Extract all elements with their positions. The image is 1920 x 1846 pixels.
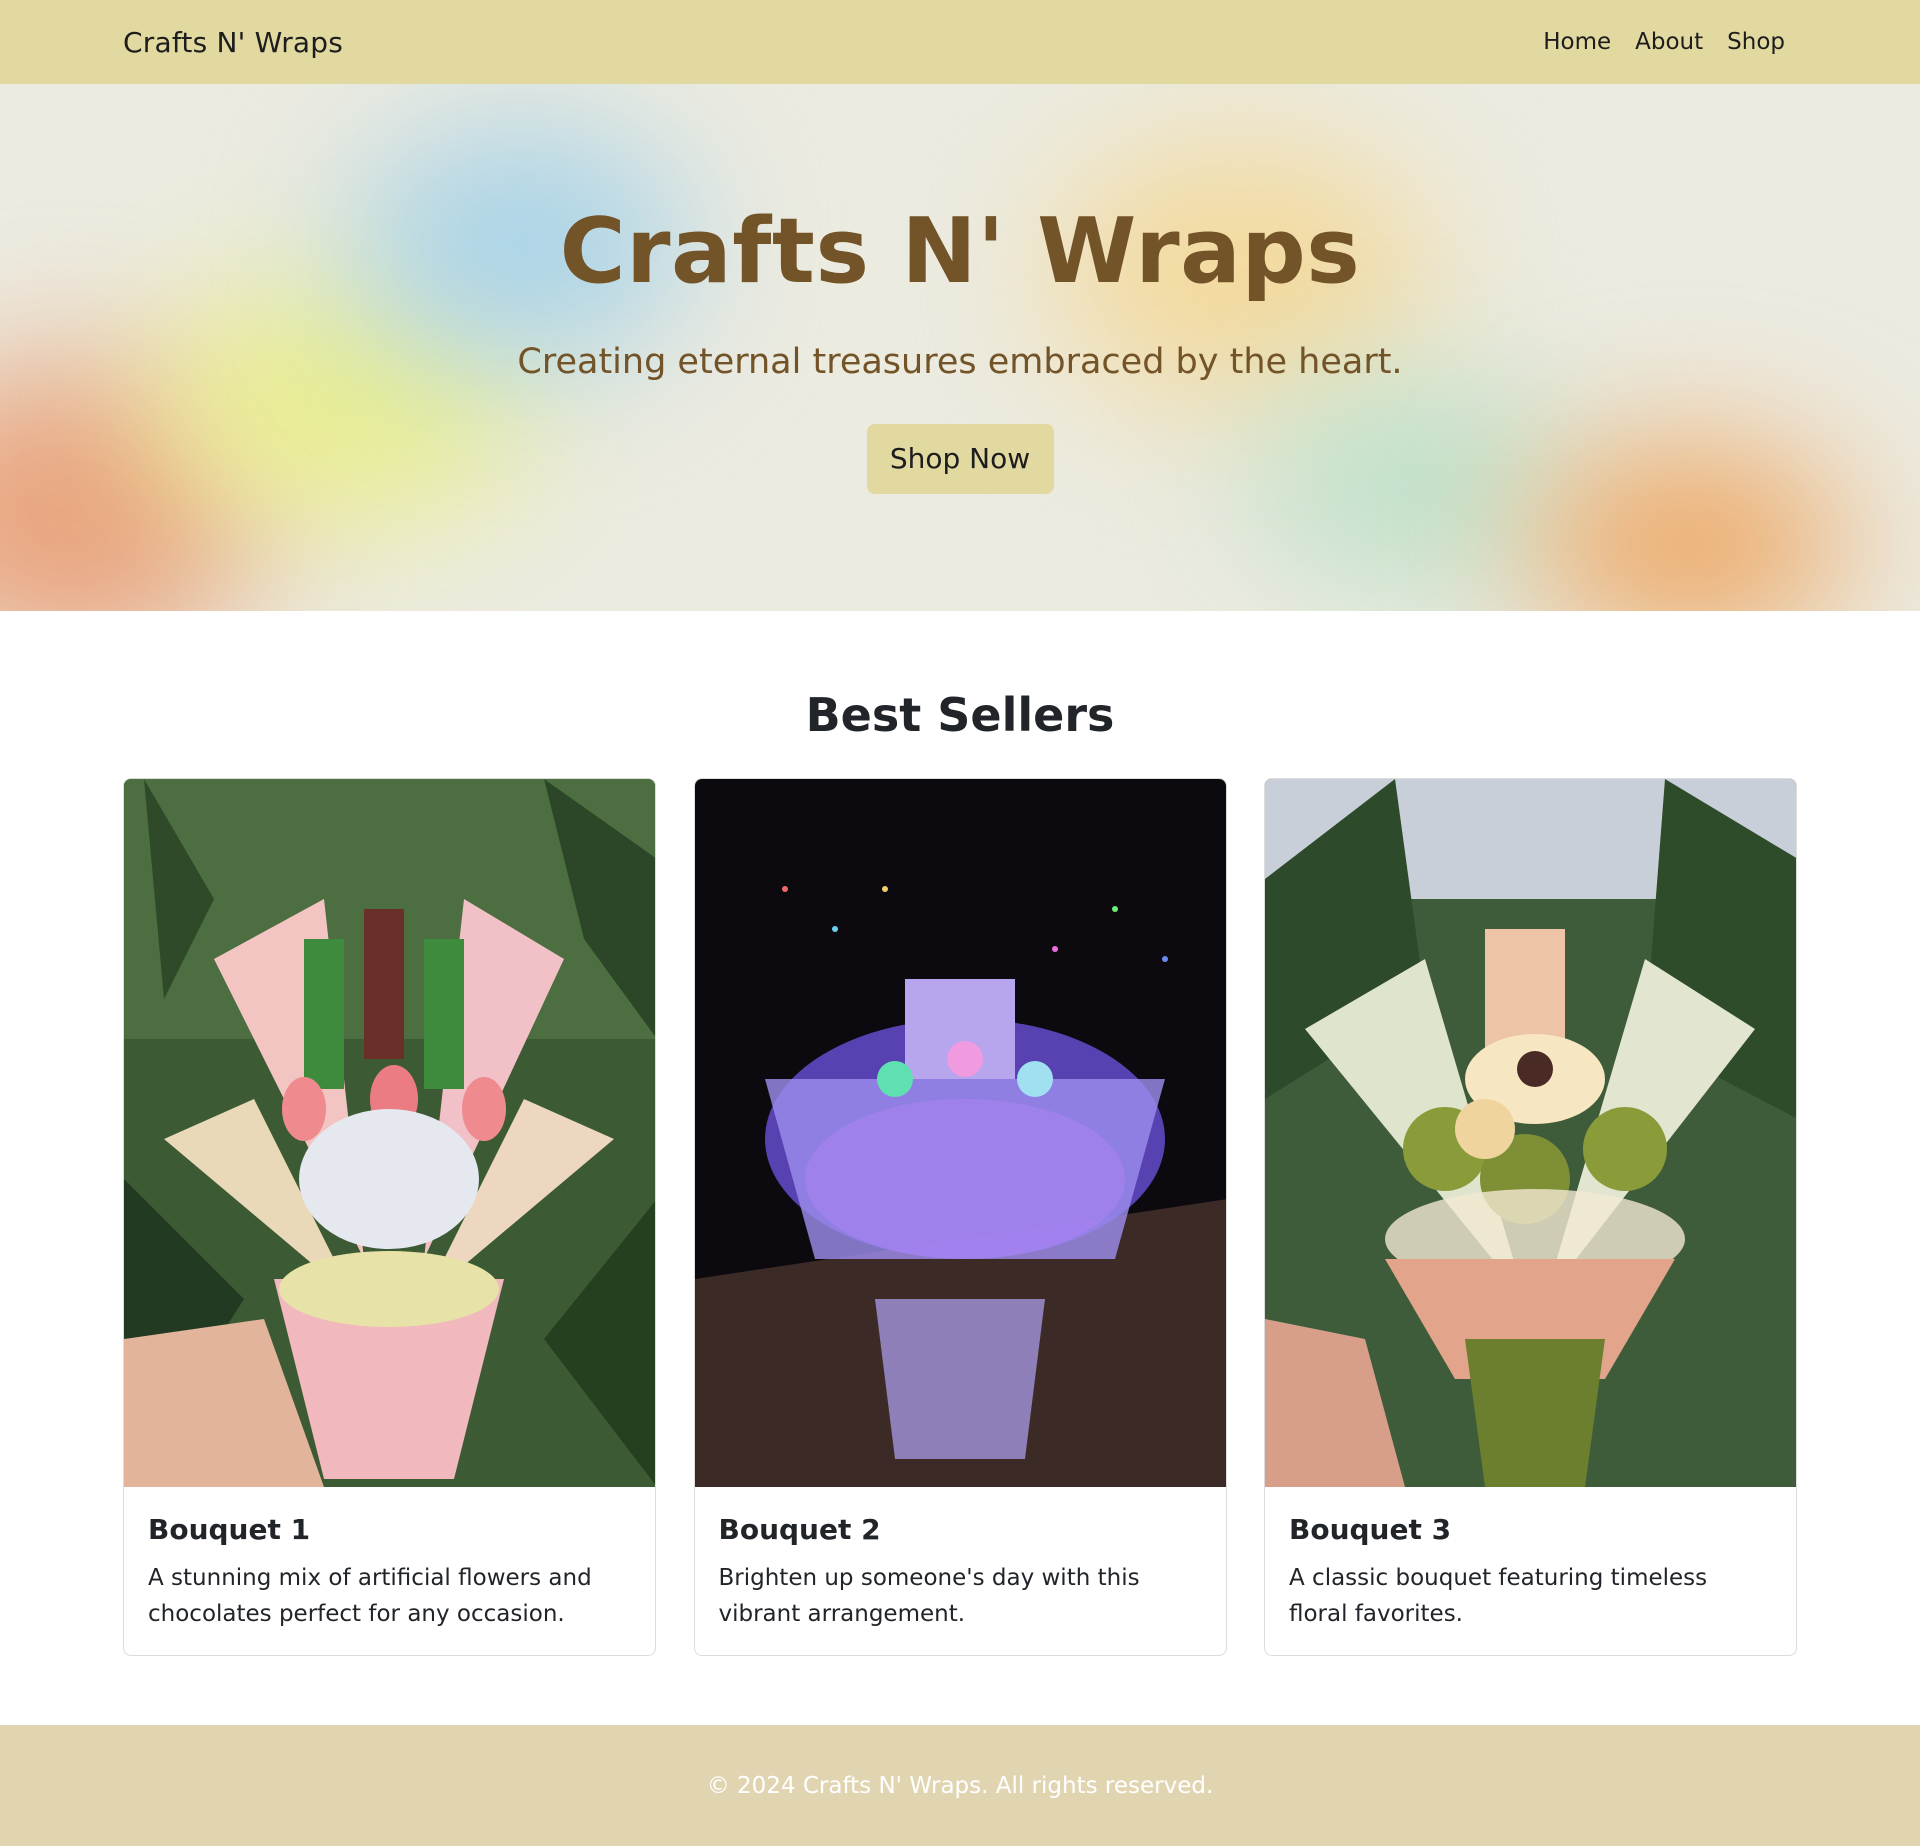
bouquet-3-image xyxy=(1265,779,1796,1487)
footer-copyright: © 2024 Crafts N' Wraps. All rights reser… xyxy=(706,1772,1214,1799)
shop-now-button[interactable]: Shop Now xyxy=(866,424,1054,494)
card-body: Bouquet 2 Brighten up someone's day with… xyxy=(695,1487,1226,1655)
card-description: A classic bouquet featuring timeless flo… xyxy=(1289,1565,1708,1627)
card-title: Bouquet 3 xyxy=(1289,1513,1452,1546)
hero-title: Crafts N' Wraps xyxy=(559,199,1361,304)
card-body: Bouquet 3 A classic bouquet featuring ti… xyxy=(1265,1487,1796,1655)
product-card[interactable]: Bouquet 1 A stunning mix of artificial f… xyxy=(123,778,656,1656)
nav-links: Home About Shop xyxy=(1543,29,1785,55)
card-description: A stunning mix of artificial flowers and… xyxy=(148,1565,592,1627)
hero-content: Crafts N' Wraps Creating eternal treasur… xyxy=(0,84,1920,494)
nav-link-shop[interactable]: Shop xyxy=(1727,29,1785,55)
hero-section: Crafts N' Wraps Creating eternal treasur… xyxy=(0,84,1920,611)
product-cards: Bouquet 1 A stunning mix of artificial f… xyxy=(0,778,1920,1656)
hero-subtitle: Creating eternal treasures embraced by t… xyxy=(517,342,1403,382)
product-card[interactable]: Bouquet 2 Brighten up someone's day with… xyxy=(693,778,1227,1656)
card-body: Bouquet 1 A stunning mix of artificial f… xyxy=(124,1487,655,1655)
nav-link-about[interactable]: About xyxy=(1635,29,1703,55)
card-title: Bouquet 2 xyxy=(718,1513,881,1546)
bouquet-1-image xyxy=(124,779,655,1487)
brand-link[interactable]: Crafts N' Wraps xyxy=(123,26,343,59)
card-title: Bouquet 1 xyxy=(148,1513,311,1546)
best-sellers-heading: Best Sellers xyxy=(805,688,1115,742)
product-card[interactable]: Bouquet 3 A classic bouquet featuring ti… xyxy=(1264,778,1797,1656)
card-description: Brighten up someone's day with this vibr… xyxy=(718,1565,1140,1627)
page-footer: © 2024 Crafts N' Wraps. All rights reser… xyxy=(0,1725,1920,1846)
top-navbar: Crafts N' Wraps Home About Shop xyxy=(0,0,1920,84)
nav-link-home[interactable]: Home xyxy=(1543,29,1611,55)
bouquet-2-image xyxy=(694,779,1226,1487)
